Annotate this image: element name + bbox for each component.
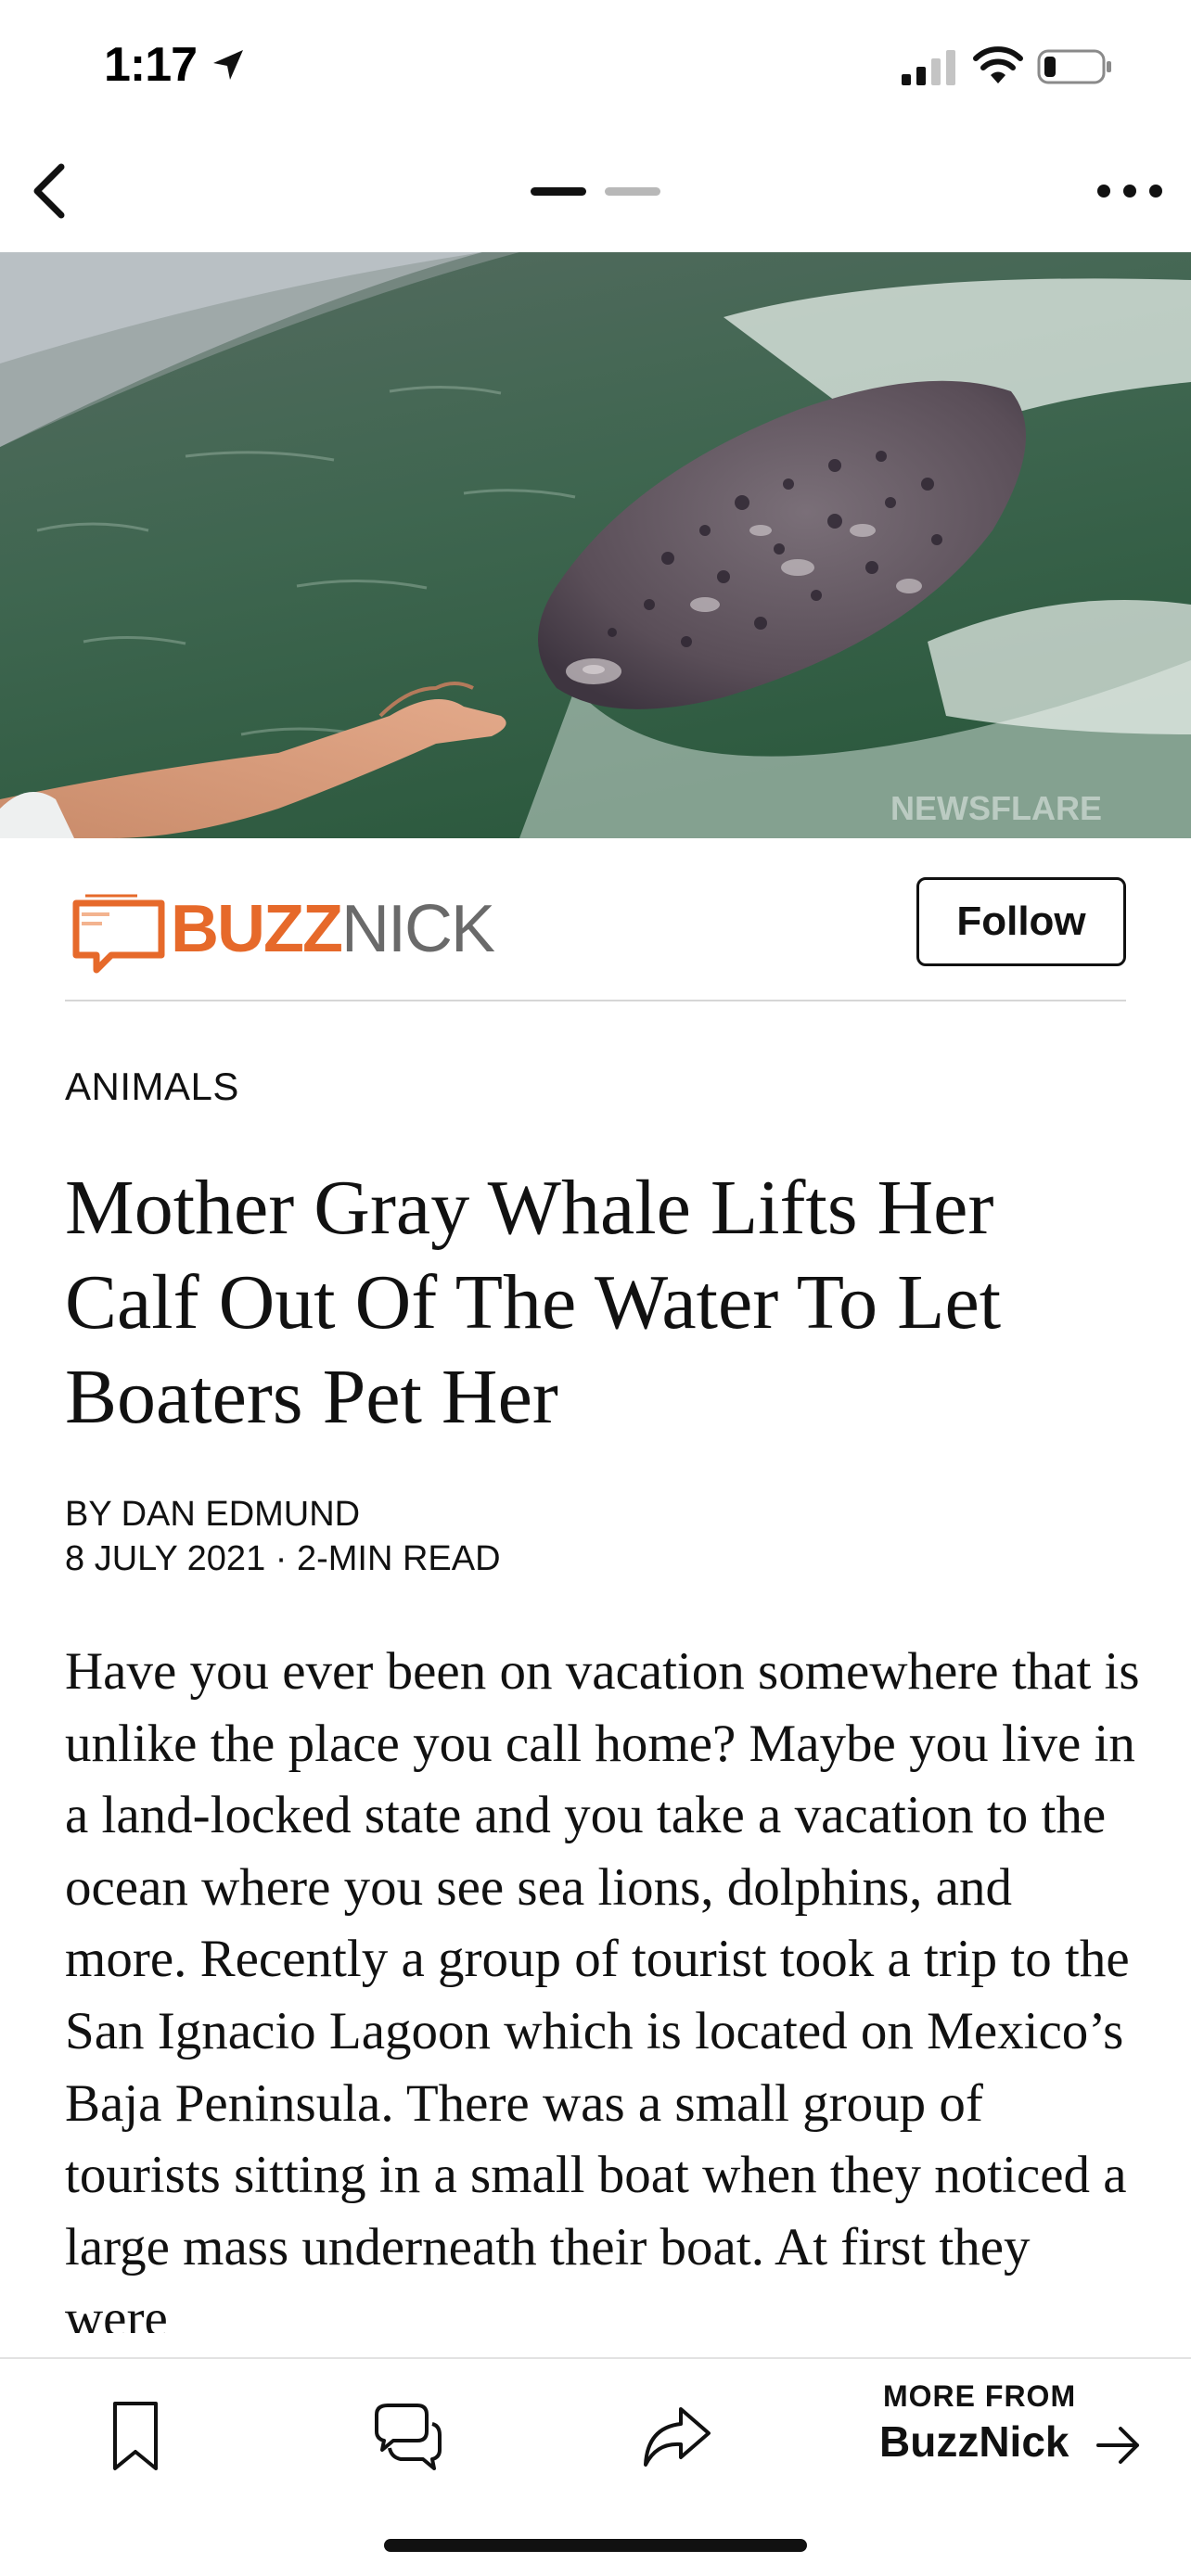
status-bar: 1:17 — [0, 0, 1191, 130]
follow-button[interactable]: Follow — [916, 877, 1126, 966]
publisher-name: BUZZNICK — [171, 896, 495, 963]
article-byline: BY DAN EDMUND — [65, 1495, 361, 1534]
page-indicator-inactive — [605, 187, 660, 196]
publisher-row: BUZZNICK Follow — [65, 862, 1126, 1001]
comment-icon[interactable] — [369, 2400, 443, 2474]
publisher-name-part-2: NICK — [340, 892, 495, 966]
bookmark-icon[interactable] — [98, 2400, 173, 2474]
page-indicator — [531, 187, 660, 198]
whale-photo: NEWSFLARE — [0, 252, 1191, 838]
cellular-signal-icon — [902, 50, 955, 85]
speech-bubble-logo-icon — [72, 894, 165, 974]
article-date: 8 JULY 2021 — [65, 1539, 266, 1578]
location-arrow-icon — [213, 50, 243, 80]
hero-watermark: NEWSFLARE — [890, 789, 1102, 827]
battery-low-icon — [1037, 49, 1111, 84]
more-from-publisher-name: BuzzNick — [879, 2417, 1069, 2466]
wifi-icon — [973, 46, 1023, 83]
article-category[interactable]: ANIMALS — [65, 1065, 239, 1109]
publisher-logo[interactable]: BUZZNICK — [69, 875, 495, 977]
arrow-right-icon — [1096, 2427, 1139, 2464]
article-body: Have you ever been on vacation somewhere… — [65, 1642, 1140, 2333]
chevron-left-icon[interactable] — [20, 154, 76, 228]
more-from-publisher-button[interactable]: MORE FROM BuzzNick — [879, 2379, 1158, 2481]
status-time: 1:17 — [104, 38, 198, 92]
publisher-name-part-1: BUZZ — [171, 892, 343, 966]
home-indicator[interactable] — [384, 2539, 807, 2552]
more-from-label: MORE FROM — [883, 2379, 1077, 2413]
page-indicator-active — [531, 187, 586, 196]
article-headline: Mother Gray Whale Lifts Her Calf Out Of … — [65, 1165, 1002, 1440]
article-meta: 8 JULY 2021 · 2-MIN READ — [65, 1539, 501, 1579]
hero-image: NEWSFLARE — [0, 252, 1191, 838]
article-read-time: 2-MIN READ — [296, 1539, 501, 1578]
nav-bar — [0, 130, 1191, 252]
share-icon[interactable] — [640, 2400, 714, 2474]
meta-separator: · — [275, 1539, 288, 1578]
ellipsis-icon[interactable] — [1093, 171, 1167, 211]
